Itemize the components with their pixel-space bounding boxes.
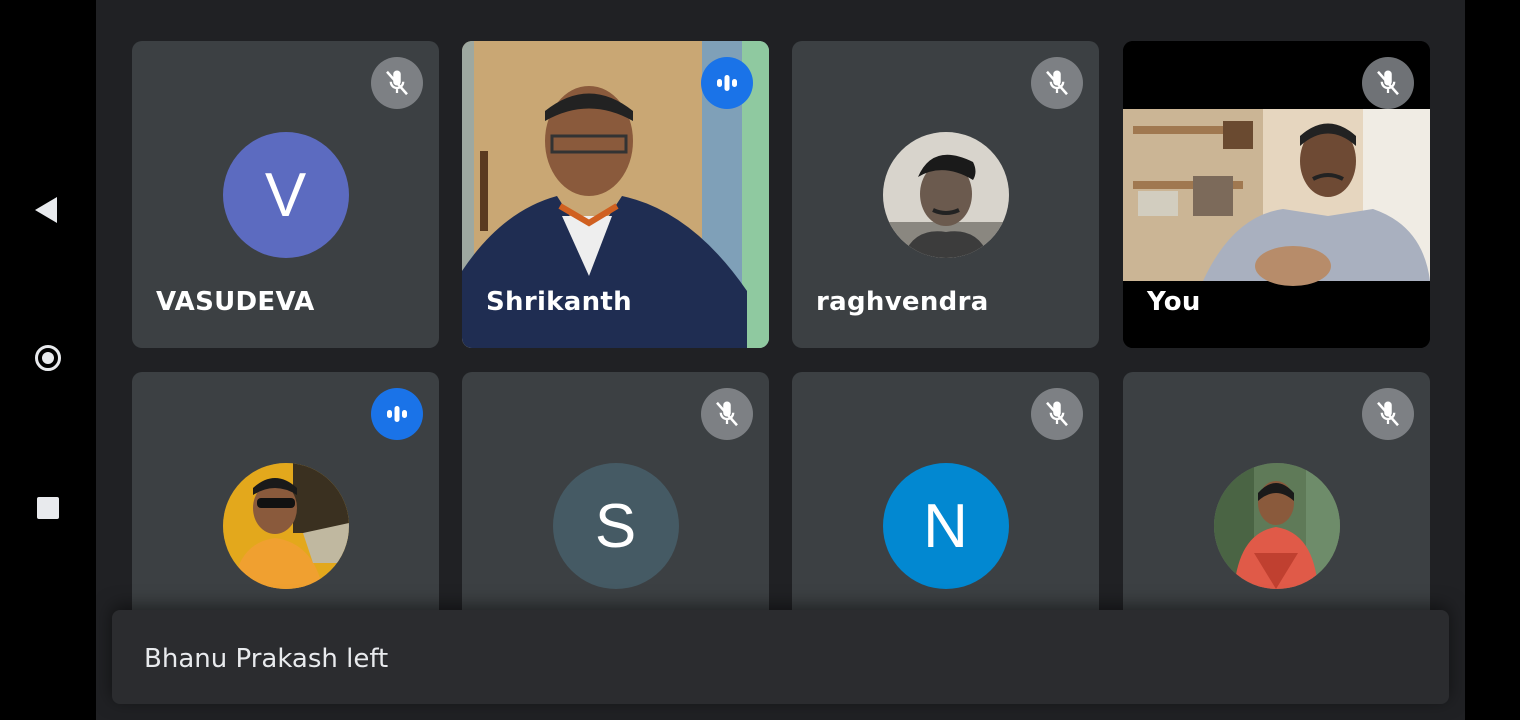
mic-muted-icon <box>1031 388 1083 440</box>
recents-square-icon[interactable] <box>37 497 59 519</box>
participant-avatar: S <box>552 463 679 589</box>
participant-avatar: V <box>222 132 349 258</box>
notification-toast: Bhanu Prakash left <box>112 610 1449 704</box>
participant-name: You <box>1147 287 1201 317</box>
meet-screen: V VASUDEVA Shrikanth raghvendra You S N … <box>0 0 1520 720</box>
mic-muted-icon <box>371 57 423 109</box>
participant-tile[interactable]: Shrikanth <box>462 41 769 348</box>
speaking-indicator-icon <box>701 57 753 109</box>
participant-name: VASUDEVA <box>156 287 315 317</box>
system-nav-bar <box>0 0 96 720</box>
screen-edge <box>1465 0 1520 720</box>
participant-avatar-photo <box>222 463 349 589</box>
mic-muted-icon <box>1031 57 1083 109</box>
participant-avatar-photo <box>1213 463 1340 589</box>
mic-muted-icon <box>701 388 753 440</box>
back-triangle-icon[interactable] <box>35 197 57 223</box>
speaking-indicator-icon <box>371 388 423 440</box>
participant-avatar: N <box>882 463 1009 589</box>
participant-grid: V VASUDEVA Shrikanth raghvendra You S N … <box>96 0 1465 720</box>
notification-text: Bhanu Prakash left <box>144 644 389 674</box>
mic-muted-icon <box>1362 388 1414 440</box>
mic-muted-icon <box>1362 57 1414 109</box>
participant-name: Shrikanth <box>486 287 632 317</box>
participant-tile[interactable]: V VASUDEVA <box>132 41 439 348</box>
participant-name: raghvendra <box>816 287 989 317</box>
participant-tile[interactable]: raghvendra <box>792 41 1099 348</box>
participant-tile-self[interactable]: You <box>1123 41 1430 348</box>
participant-avatar-photo <box>882 132 1009 258</box>
home-circle-icon[interactable] <box>35 345 61 371</box>
